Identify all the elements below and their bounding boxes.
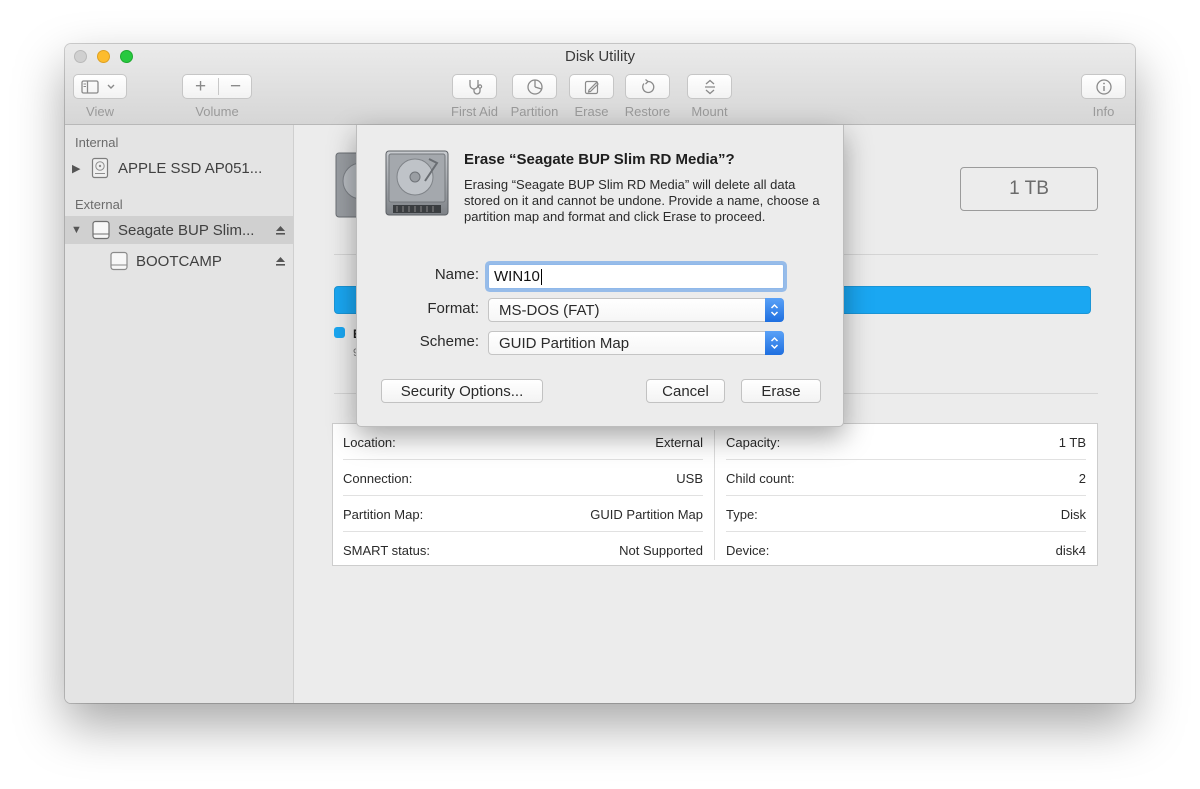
sidebar-item-seagate[interactable]: ▼ Seagate BUP Slim... — [65, 216, 294, 244]
popup-arrows-icon — [765, 331, 784, 355]
info-label: Connection: — [343, 470, 413, 486]
info-value: Not Supported — [619, 542, 703, 558]
info-value: Disk — [1060, 506, 1086, 522]
view-button[interactable] — [73, 74, 127, 99]
restore-label: Restore — [624, 104, 671, 119]
info-label: Child count: — [726, 470, 795, 486]
info-row-smart-status: SMART status: Not Supported — [343, 532, 703, 568]
eject-icon[interactable] — [275, 225, 286, 236]
partition-pie-icon — [526, 78, 543, 95]
capacity-display: 1 TB — [960, 167, 1098, 211]
add-volume-button[interactable]: + — [183, 76, 218, 98]
info-row-device: Device: disk4 — [726, 532, 1086, 568]
sidebar-item-apple-ssd[interactable]: ▶ APPLE SSD AP051... — [65, 154, 294, 182]
hard-drive-icon — [385, 150, 449, 216]
disk-utility-window: Disk Utility View + − Volume First Aid P… — [65, 44, 1135, 703]
info-label: Capacity: — [726, 434, 781, 450]
volume-segmented-control: + − — [182, 74, 252, 99]
disclosure-triangle-expanded-icon[interactable]: ▼ — [71, 224, 82, 236]
eject-icon[interactable] — [275, 256, 286, 267]
remove-volume-button[interactable]: − — [218, 76, 253, 98]
info-label: Info — [1092, 104, 1115, 119]
info-value: 2 — [1078, 470, 1086, 486]
name-field-value: WIN10 — [494, 268, 540, 285]
sidebar-item-label: BOOTCAMP — [136, 252, 222, 270]
security-options-button[interactable]: Security Options... — [381, 379, 543, 403]
dialog-title: Erase “Seagate BUP Slim RD Media”? — [464, 151, 735, 168]
info-value: USB — [676, 470, 703, 486]
disclosure-triangle-collapsed-icon[interactable]: ▶ — [72, 162, 80, 175]
name-field[interactable]: WIN10 — [488, 264, 784, 289]
info-icon — [1095, 78, 1112, 95]
sidebar-section-external: External — [75, 197, 123, 212]
scheme-popup[interactable]: GUID Partition Map — [488, 331, 784, 355]
info-row-capacity: Capacity: 1 TB — [726, 424, 1086, 460]
partition-label: Partition — [510, 104, 559, 119]
sidebar-item-bootcamp[interactable]: BOOTCAMP — [65, 247, 294, 275]
scheme-label: Scheme: — [419, 333, 479, 350]
sidebar-icon — [81, 79, 115, 94]
scheme-selected-value: GUID Partition Map — [499, 334, 630, 352]
erase-toolbar-label: Erase — [574, 104, 609, 119]
restore-button[interactable] — [625, 74, 670, 99]
info-row-location: Location: External — [343, 424, 703, 460]
name-label: Name: — [434, 266, 479, 283]
erase-button[interactable]: Erase — [741, 379, 821, 403]
info-label: Device: — [726, 542, 770, 558]
format-popup[interactable]: MS-DOS (FAT) — [488, 298, 784, 322]
info-label: Location: — [343, 434, 396, 450]
format-selected-value: MS-DOS (FAT) — [499, 301, 600, 319]
info-row-connection: Connection: USB — [343, 460, 703, 496]
restore-arrow-icon — [641, 78, 654, 93]
info-label: SMART status: — [343, 542, 430, 558]
info-value: 1 TB — [1058, 434, 1086, 450]
sidebar-item-label: Seagate BUP Slim... — [118, 221, 255, 239]
mount-label: Mount — [691, 104, 728, 119]
external-disk-icon — [92, 220, 110, 240]
sidebar-item-label: APPLE SSD AP051... — [118, 159, 263, 177]
first-aid-button[interactable] — [452, 74, 497, 99]
format-label: Format: — [427, 300, 479, 317]
popup-arrows-icon — [765, 298, 784, 322]
internal-disk-icon — [91, 157, 109, 179]
column-divider — [714, 430, 715, 560]
erase-pencil-icon — [584, 80, 599, 94]
info-row-partition-map: Partition Map: GUID Partition Map — [343, 496, 703, 532]
window-title: Disk Utility — [565, 48, 635, 65]
sidebar-section-internal: Internal — [75, 135, 119, 150]
partition-button[interactable] — [512, 74, 557, 99]
info-value: disk4 — [1055, 542, 1086, 558]
cancel-button[interactable]: Cancel — [646, 379, 725, 403]
volume-icon — [110, 251, 128, 271]
info-value: External — [655, 434, 703, 450]
info-button[interactable] — [1081, 74, 1126, 99]
info-row-type: Type: Disk — [726, 496, 1086, 532]
view-label: View — [86, 104, 114, 119]
mount-icon — [704, 79, 715, 94]
dialog-message: Erasing “Seagate BUP Slim RD Media” will… — [464, 177, 820, 224]
sidebar: Internal ▶ APPLE SSD AP051... External ▼… — [65, 125, 294, 703]
info-value: GUID Partition Map — [590, 506, 703, 522]
mount-button[interactable] — [687, 74, 732, 99]
text-caret — [540, 268, 542, 285]
toolbar: Disk Utility View + − Volume First Aid P… — [65, 44, 1135, 125]
usage-legend-swatch — [334, 327, 345, 338]
erase-toolbar-button[interactable] — [569, 74, 614, 99]
first-aid-label: First Aid — [451, 104, 498, 119]
info-label: Partition Map: — [343, 506, 424, 522]
disk-info-table: Location: External Connection: USB Parti… — [332, 423, 1098, 566]
volume-label: Volume — [195, 104, 239, 119]
erase-sheet-dialog: Erase “Seagate BUP Slim RD Media”? Erasi… — [356, 125, 844, 427]
info-row-child-count: Child count: 2 — [726, 460, 1086, 496]
stethoscope-icon — [468, 79, 482, 95]
info-label: Type: — [726, 506, 758, 522]
